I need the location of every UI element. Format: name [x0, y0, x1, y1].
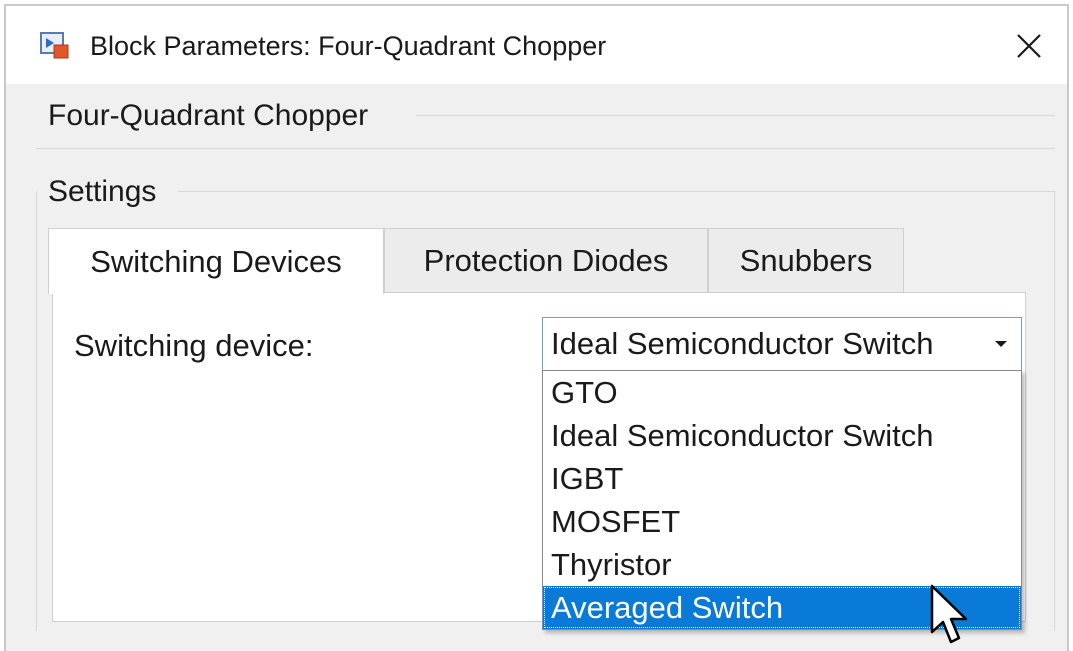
chevron-down-icon[interactable]	[981, 340, 1021, 348]
simulink-block-icon	[40, 32, 69, 59]
option-gto[interactable]: GTO	[543, 371, 1021, 414]
block-section-rule	[36, 148, 1055, 149]
mouse-pointer-icon	[930, 584, 968, 644]
option-ideal-semiconductor-switch[interactable]: Ideal Semiconductor Switch	[543, 414, 1021, 457]
switching-device-value: Ideal Semiconductor Switch	[551, 326, 934, 361]
block-name-heading: Four-Quadrant Chopper	[48, 99, 369, 132]
settings-heading: Settings	[48, 175, 157, 208]
tab-switching-devices[interactable]: Switching Devices	[48, 228, 384, 294]
tab-snubbers[interactable]: Snubbers	[708, 228, 904, 292]
title-bar[interactable]: Block Parameters: Four-Quadrant Chopper	[6, 6, 1067, 84]
tab-protection-diodes[interactable]: Protection Diodes	[384, 228, 708, 292]
switching-device-label: Switching device:	[74, 328, 314, 363]
dialog-window: Block Parameters: Four-Quadrant Chopper …	[4, 4, 1069, 651]
option-mosfet[interactable]: MOSFET	[543, 500, 1021, 543]
option-thyristor[interactable]: Thyristor	[543, 543, 1021, 586]
close-button[interactable]	[1007, 24, 1051, 68]
settings-left-edge	[36, 191, 37, 631]
settings-rule	[178, 191, 1055, 192]
block-heading-rule	[416, 115, 1055, 116]
switching-device-select[interactable]: Ideal Semiconductor Switch	[542, 317, 1022, 371]
window-title: Block Parameters: Four-Quadrant Chopper	[90, 31, 607, 61]
option-igbt[interactable]: IGBT	[543, 457, 1021, 500]
settings-right-edge	[1054, 191, 1055, 631]
close-icon	[1017, 34, 1041, 58]
